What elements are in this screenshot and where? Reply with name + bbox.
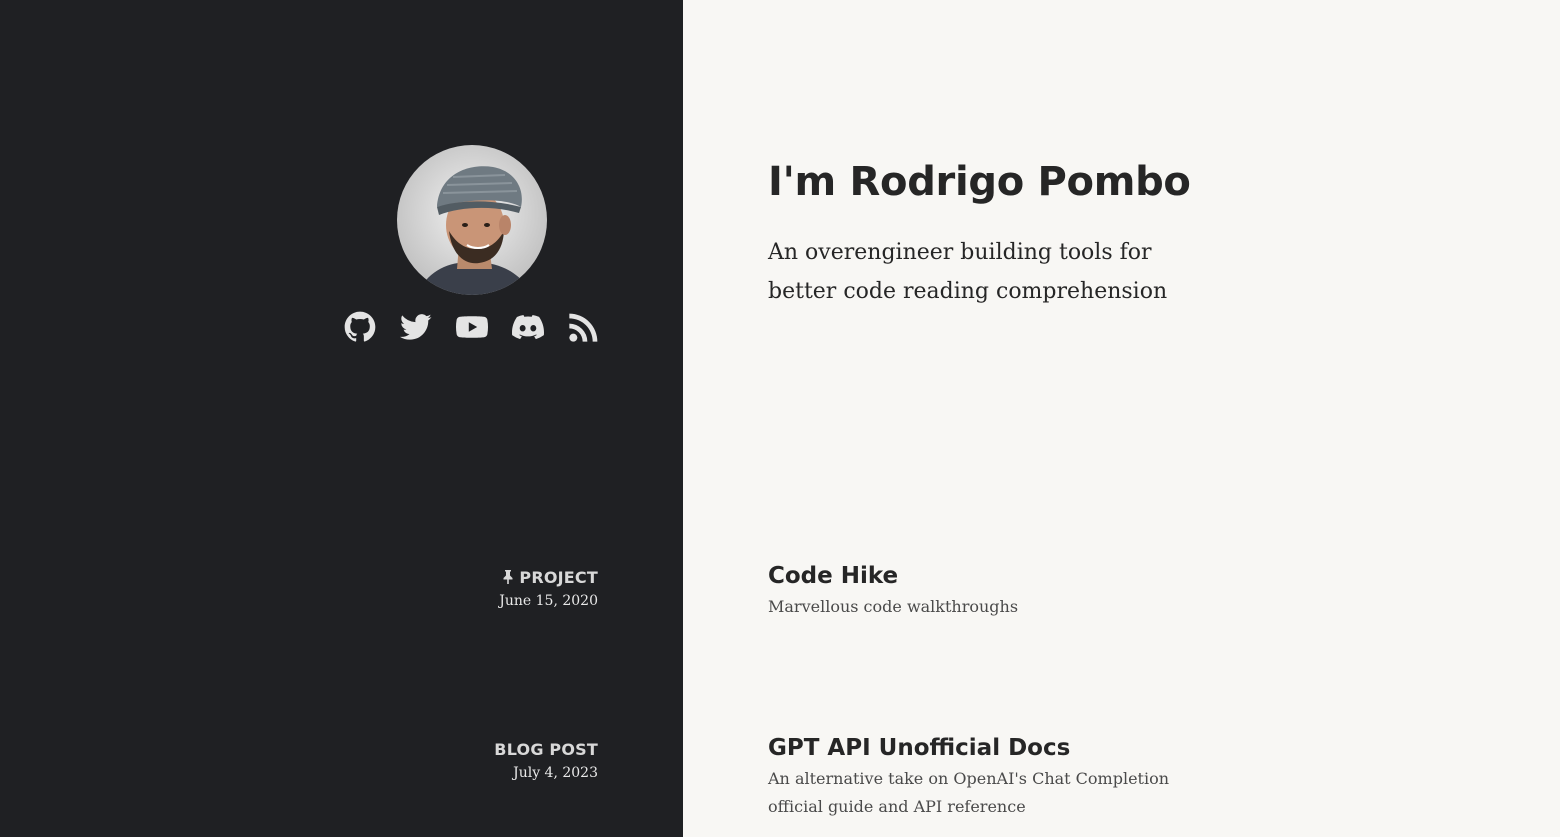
entry-date: July 4, 2023 (513, 765, 598, 781)
entry-kind-label: BLOG POST (494, 740, 598, 759)
sidebar: PROJECT June 15, 2020 BLOG POST July 4, … (0, 0, 683, 837)
avatar-photo (397, 145, 547, 295)
avatar (397, 145, 547, 295)
entry-description: An alternative take on OpenAI's Chat Com… (768, 769, 1170, 816)
page: PROJECT June 15, 2020 BLOG POST July 4, … (0, 0, 1560, 837)
list-item[interactable]: GPT API Unofficial Docs An alternative t… (768, 733, 1188, 821)
rss-icon (569, 313, 598, 342)
youtube-icon (456, 316, 488, 338)
github-link[interactable] (344, 311, 376, 343)
youtube-link[interactable] (456, 311, 488, 343)
main-content: I'm Rodrigo Pombo An overengineer buildi… (683, 0, 1560, 837)
list-item[interactable]: Code Hike Marvellous code walkthroughs (768, 561, 1188, 621)
twitter-icon (400, 314, 432, 340)
twitter-link[interactable] (400, 311, 432, 343)
entry-kind-label: PROJECT (519, 568, 598, 587)
entry-kind: BLOG POST (494, 740, 598, 760)
pin-icon (503, 570, 513, 584)
discord-icon (512, 315, 544, 340)
tagline: An overengineer building tools for bette… (768, 240, 1168, 304)
entry-date: June 15, 2020 (499, 593, 598, 609)
entry-meta: BLOG POST July 4, 2023 (494, 740, 598, 782)
entry-kind: PROJECT (499, 568, 598, 588)
github-icon (344, 311, 376, 342)
entry-description: Marvellous code walkthroughs (768, 597, 1019, 616)
entry-meta: PROJECT June 15, 2020 (499, 568, 598, 610)
page-title: I'm Rodrigo Pombo (768, 159, 1191, 205)
entry-title[interactable]: Code Hike (768, 561, 1188, 591)
discord-link[interactable] (512, 311, 544, 343)
rss-link[interactable] (568, 311, 600, 343)
social-links (344, 311, 600, 343)
entry-title[interactable]: GPT API Unofficial Docs (768, 733, 1188, 763)
